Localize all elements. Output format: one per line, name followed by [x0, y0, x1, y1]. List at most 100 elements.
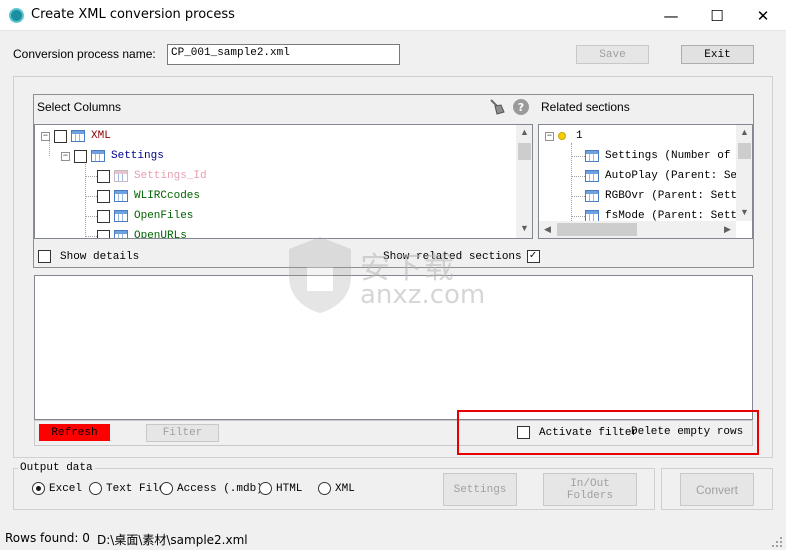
related-root-node[interactable]: − 1 [545, 126, 583, 146]
inout-folders-button[interactable]: In/Out Folders [543, 473, 637, 506]
delete-empty-rows-option[interactable]: Delete empty rows [631, 426, 743, 438]
rows-found-status: Rows found: 0 [5, 531, 90, 545]
output-option-label: Excel [49, 482, 83, 495]
show-details-label: Show details [60, 250, 140, 263]
scroll-up-icon[interactable]: ▲ [736, 127, 752, 137]
output-option-excel[interactable]: Excel [32, 482, 82, 495]
tree-label: OpenURLs [134, 230, 187, 239]
maximize-button[interactable]: ☐ [694, 0, 740, 31]
radio-html[interactable] [259, 482, 272, 495]
tree-checkbox[interactable] [97, 189, 110, 203]
scroll-down-icon[interactable]: ▼ [736, 207, 752, 217]
related-item[interactable]: Settings (Number of rows [585, 146, 753, 166]
tree-node-xml[interactable]: − XML [41, 126, 111, 146]
watermark-shield-icon [289, 237, 351, 313]
table-icon [114, 230, 128, 238]
tree-node-openurls[interactable]: OpenURLs [97, 226, 187, 239]
related-item[interactable]: AutoPlay (Parent: Setti [585, 166, 753, 186]
scroll-thumb[interactable] [557, 223, 637, 236]
columns-vscrollbar[interactable]: ▲ ▼ [516, 125, 532, 238]
tree-checkbox[interactable] [74, 149, 87, 163]
output-data-title: Output data [18, 462, 95, 474]
table-icon [114, 210, 128, 222]
settings-button[interactable]: Settings [443, 473, 517, 506]
radio-text[interactable] [89, 482, 102, 495]
bulb-icon [558, 132, 566, 140]
tree-node-settings[interactable]: − Settings [61, 146, 164, 166]
tree-node-settings-id[interactable]: Settings_Id [97, 166, 207, 186]
output-option-text[interactable]: Text File [89, 482, 165, 495]
show-details-option[interactable]: Show details [38, 250, 139, 263]
output-option-label: Text File [106, 482, 166, 495]
output-option-xml[interactable]: XML [318, 482, 355, 495]
radio-xml[interactable] [318, 482, 331, 495]
table-icon [585, 170, 599, 182]
related-item-label: AutoPlay (Parent: Setti [605, 170, 753, 182]
resize-grip-icon[interactable] [770, 535, 784, 549]
process-name-label: Conversion process name: [13, 47, 156, 61]
checkmark-icon: ✓ [529, 250, 537, 262]
collapse-icon[interactable]: − [41, 131, 50, 141]
output-option-html[interactable]: HTML [259, 482, 302, 495]
tree-label: WLIRCcodes [134, 190, 201, 202]
tree-node-openfiles[interactable]: OpenFiles [97, 206, 193, 226]
collapse-icon[interactable]: − [61, 151, 70, 161]
scroll-right-icon[interactable]: ▶ [719, 224, 736, 235]
tree-label: XML [91, 130, 111, 142]
scroll-thumb[interactable] [738, 143, 751, 159]
watermark-url: anxz.com [360, 280, 486, 310]
tree-checkbox[interactable] [97, 209, 110, 223]
scroll-up-icon[interactable]: ▲ [516, 127, 532, 137]
table-icon [114, 190, 128, 202]
activate-filter-checkbox[interactable] [517, 426, 530, 439]
tree-label: Settings [111, 150, 164, 162]
convert-button[interactable]: Convert [680, 473, 754, 506]
filter-button[interactable]: Filter [146, 424, 219, 442]
tree-label: Settings_Id [134, 170, 207, 182]
table-icon [585, 150, 599, 162]
related-sections-title: Related sections [541, 100, 630, 114]
related-hscrollbar[interactable]: ◀ ▶ [539, 221, 736, 238]
related-root-label: 1 [576, 130, 583, 142]
scroll-down-icon[interactable]: ▼ [516, 223, 532, 233]
radio-excel[interactable] [32, 482, 45, 495]
columns-tree[interactable]: − XML − Settings Settings_Id WLIRCcodes … [34, 124, 533, 239]
table-icon [585, 190, 599, 202]
scroll-left-icon[interactable]: ◀ [539, 224, 556, 235]
scroll-thumb[interactable] [518, 143, 531, 160]
tree-checkbox[interactable] [54, 129, 67, 143]
related-item-label: Settings (Number of rows [605, 150, 753, 162]
inout-label-line1: In/Out [570, 477, 610, 490]
activate-filter-option[interactable]: Activate filter [517, 426, 638, 439]
related-vscrollbar[interactable]: ▲ ▼ [736, 125, 752, 221]
delete-empty-rows-label: Delete empty rows [631, 426, 744, 438]
output-option-label: Access (.mdb) [177, 482, 263, 495]
minimize-button[interactable]: — [648, 0, 694, 31]
refresh-button[interactable]: Refresh [39, 424, 110, 441]
show-related-checkbox[interactable]: ✓ [526, 250, 540, 263]
table-icon [91, 150, 105, 162]
collapse-icon[interactable]: − [545, 131, 554, 141]
tree-checkbox[interactable] [97, 169, 110, 183]
title-bar: Create XML conversion process — ☐ ✕ [0, 0, 786, 31]
output-option-label: XML [335, 482, 355, 495]
tree-node-wlirccodes[interactable]: WLIRCcodes [97, 186, 200, 206]
help-icon[interactable]: ? [512, 98, 530, 116]
clear-selection-icon[interactable] [488, 98, 506, 115]
related-sections-tree[interactable]: − 1 Settings (Number of rows AutoPlay (P… [538, 124, 753, 239]
window-title: Create XML conversion process [31, 7, 235, 22]
related-item[interactable]: RGBOvr (Parent: Settin [585, 186, 750, 206]
activate-filter-label: Activate filter [539, 426, 639, 439]
close-button[interactable]: ✕ [740, 0, 786, 31]
app-icon [9, 8, 24, 23]
process-name-input[interactable]: CP_001_sample2.xml [167, 44, 400, 65]
svg-text:?: ? [518, 101, 524, 114]
save-button[interactable]: Save [576, 45, 649, 64]
select-columns-title: Select Columns [37, 100, 122, 114]
output-option-access[interactable]: Access (.mdb) [160, 482, 263, 495]
radio-access[interactable] [160, 482, 173, 495]
table-icon [71, 130, 85, 142]
tree-checkbox[interactable] [97, 229, 110, 238]
exit-button[interactable]: Exit [681, 45, 754, 64]
show-details-checkbox[interactable] [38, 250, 51, 263]
